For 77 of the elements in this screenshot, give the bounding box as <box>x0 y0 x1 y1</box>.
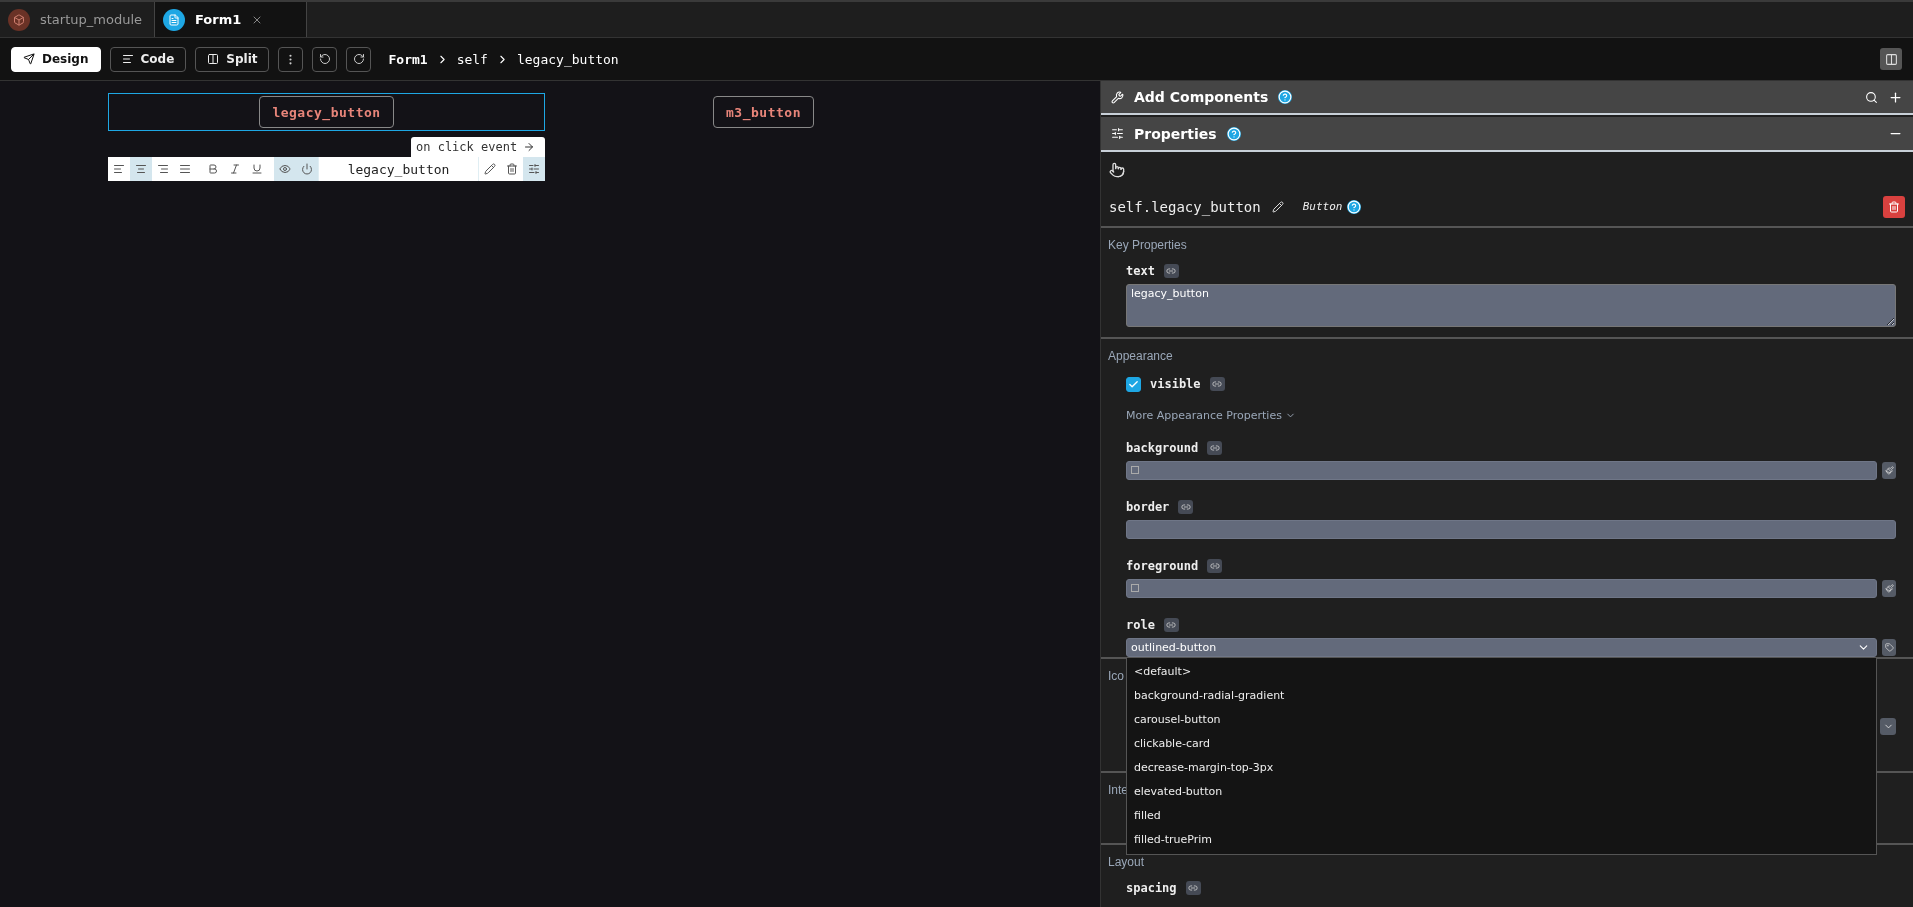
undo-icon[interactable] <box>312 46 338 72</box>
property-label: visible <box>1150 377 1201 392</box>
mode-button[interactable]: Split <box>195 46 270 72</box>
dropdown-option[interactable]: filled-truePrim <box>1127 827 1876 852</box>
form-icon <box>163 8 185 31</box>
text-input-field[interactable]: legacy_button <box>1126 283 1896 327</box>
help-icon[interactable] <box>1226 126 1241 141</box>
mode-button[interactable]: Code <box>109 46 187 72</box>
breadcrumb-item[interactable]: self <box>456 51 488 67</box>
redo-icon[interactable] <box>346 46 372 72</box>
chevron-down-icon[interactable] <box>1880 718 1896 735</box>
property-label: role <box>1126 617 1155 632</box>
panel-title: Add Components <box>1134 89 1269 106</box>
dropdown-option[interactable]: elevated-button <box>1127 779 1876 804</box>
brush-icon[interactable] <box>1882 461 1896 479</box>
arrow-right-icon <box>523 141 536 153</box>
more-icon[interactable] <box>278 46 304 72</box>
align-center-icon[interactable] <box>130 157 152 181</box>
columns-icon <box>207 53 220 65</box>
paper-plane-icon <box>23 53 35 65</box>
brush-icon[interactable] <box>1882 579 1896 597</box>
dropdown-option[interactable]: carousel-button <box>1127 707 1876 732</box>
section-title: Appearance <box>1108 348 1173 363</box>
wrench-icon <box>1111 90 1124 104</box>
dropdown-option[interactable]: decrease-margin-top-3px <box>1127 755 1876 780</box>
link-icon[interactable] <box>1163 263 1179 278</box>
link-icon[interactable] <box>1185 880 1201 895</box>
link-icon[interactable] <box>1209 377 1225 392</box>
link-icon[interactable] <box>1207 558 1223 573</box>
breadcrumb-item[interactable]: legacy_button <box>516 51 619 67</box>
section-title: Layout <box>1108 854 1145 869</box>
panel-title: Properties <box>1134 125 1217 142</box>
sliders-icon[interactable] <box>523 157 545 181</box>
property-label: spacing <box>1126 880 1177 895</box>
mode-button[interactable]: Design <box>11 46 101 72</box>
canvas-button[interactable]: m3_button <box>713 96 814 128</box>
property-label: text <box>1126 263 1155 278</box>
search-icon[interactable] <box>1865 90 1878 104</box>
more-properties-link[interactable]: More Appearance Properties <box>1126 408 1296 422</box>
power-icon[interactable] <box>296 157 318 181</box>
dropdown-option[interactable]: filled <box>1127 803 1876 828</box>
section-title: Ico <box>1108 669 1124 683</box>
dropdown-option[interactable]: background-radial-gradient <box>1127 683 1876 708</box>
checkbox[interactable] <box>1126 376 1141 392</box>
dropdown-option[interactable]: <default> <box>1127 659 1876 684</box>
delete-icon[interactable] <box>1883 195 1905 218</box>
side-panel-icon[interactable] <box>1880 48 1902 70</box>
help-icon[interactable] <box>1347 199 1362 214</box>
link-icon[interactable] <box>1207 440 1223 455</box>
property-label: foreground <box>1126 558 1199 573</box>
plus-icon[interactable] <box>1888 89 1903 105</box>
component-type: Button <box>1302 200 1343 214</box>
button-component-icon <box>1109 161 1125 178</box>
color-input-field[interactable] <box>1126 578 1877 598</box>
module-icon <box>8 8 30 31</box>
component-slot[interactable]: legacy_button <box>108 93 545 131</box>
border-input-field[interactable] <box>1126 519 1896 539</box>
event-link[interactable]: on click event <box>411 137 545 157</box>
help-icon[interactable] <box>1278 90 1293 105</box>
sliders-icon <box>1111 127 1124 141</box>
checkmark-icon <box>1128 378 1139 390</box>
dropdown-option[interactable]: clickable-card <box>1127 731 1876 756</box>
breadcrumb-item[interactable]: Form1 <box>388 51 428 67</box>
component-slot[interactable]: m3_button <box>545 93 982 131</box>
property-label: border <box>1126 499 1170 514</box>
canvas-button[interactable]: legacy_button <box>259 96 394 128</box>
lines-icon <box>121 53 134 65</box>
tag-icon[interactable] <box>1882 638 1896 656</box>
editor-tab[interactable]: Form1 <box>155 2 307 37</box>
section-title: Key Properties <box>1108 237 1187 252</box>
color-input-field[interactable] <box>1126 460 1877 480</box>
eye-icon[interactable] <box>274 157 296 181</box>
link-icon[interactable] <box>1178 499 1194 514</box>
property-label: background <box>1126 440 1199 455</box>
pencil-icon[interactable] <box>1271 200 1284 213</box>
component-name: self.legacy_button <box>1109 198 1261 215</box>
link-icon[interactable] <box>1163 617 1179 632</box>
